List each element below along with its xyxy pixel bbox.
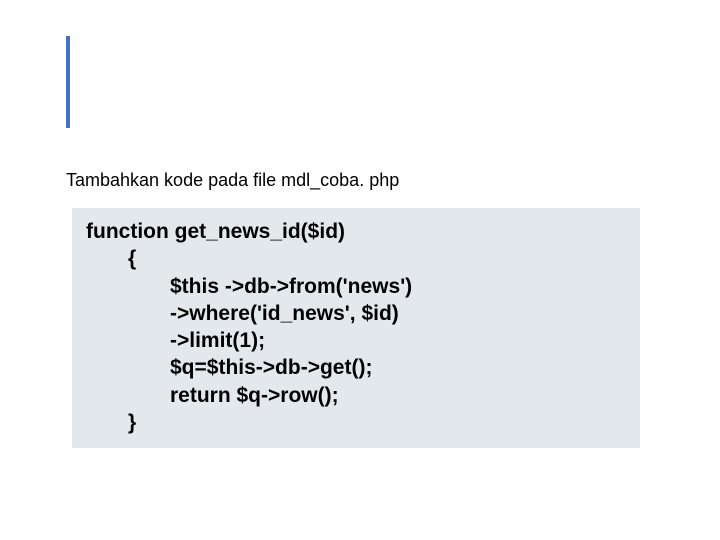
code-line: { <box>86 245 626 272</box>
code-block: function get_news_id($id) { $this ->db->… <box>72 208 640 448</box>
code-line: ->limit(1); <box>86 327 626 354</box>
code-line: return $q->row(); <box>86 382 626 409</box>
code-line: $this ->db->from('news') <box>86 273 626 300</box>
code-line: ->where('id_news', $id) <box>86 300 626 327</box>
code-line: $q=$this->db->get(); <box>86 354 626 381</box>
code-line: function get_news_id($id) <box>86 218 626 245</box>
instruction-text: Tambahkan kode pada file mdl_coba. php <box>66 170 399 191</box>
accent-bar <box>66 36 70 128</box>
code-line: } <box>86 409 626 436</box>
